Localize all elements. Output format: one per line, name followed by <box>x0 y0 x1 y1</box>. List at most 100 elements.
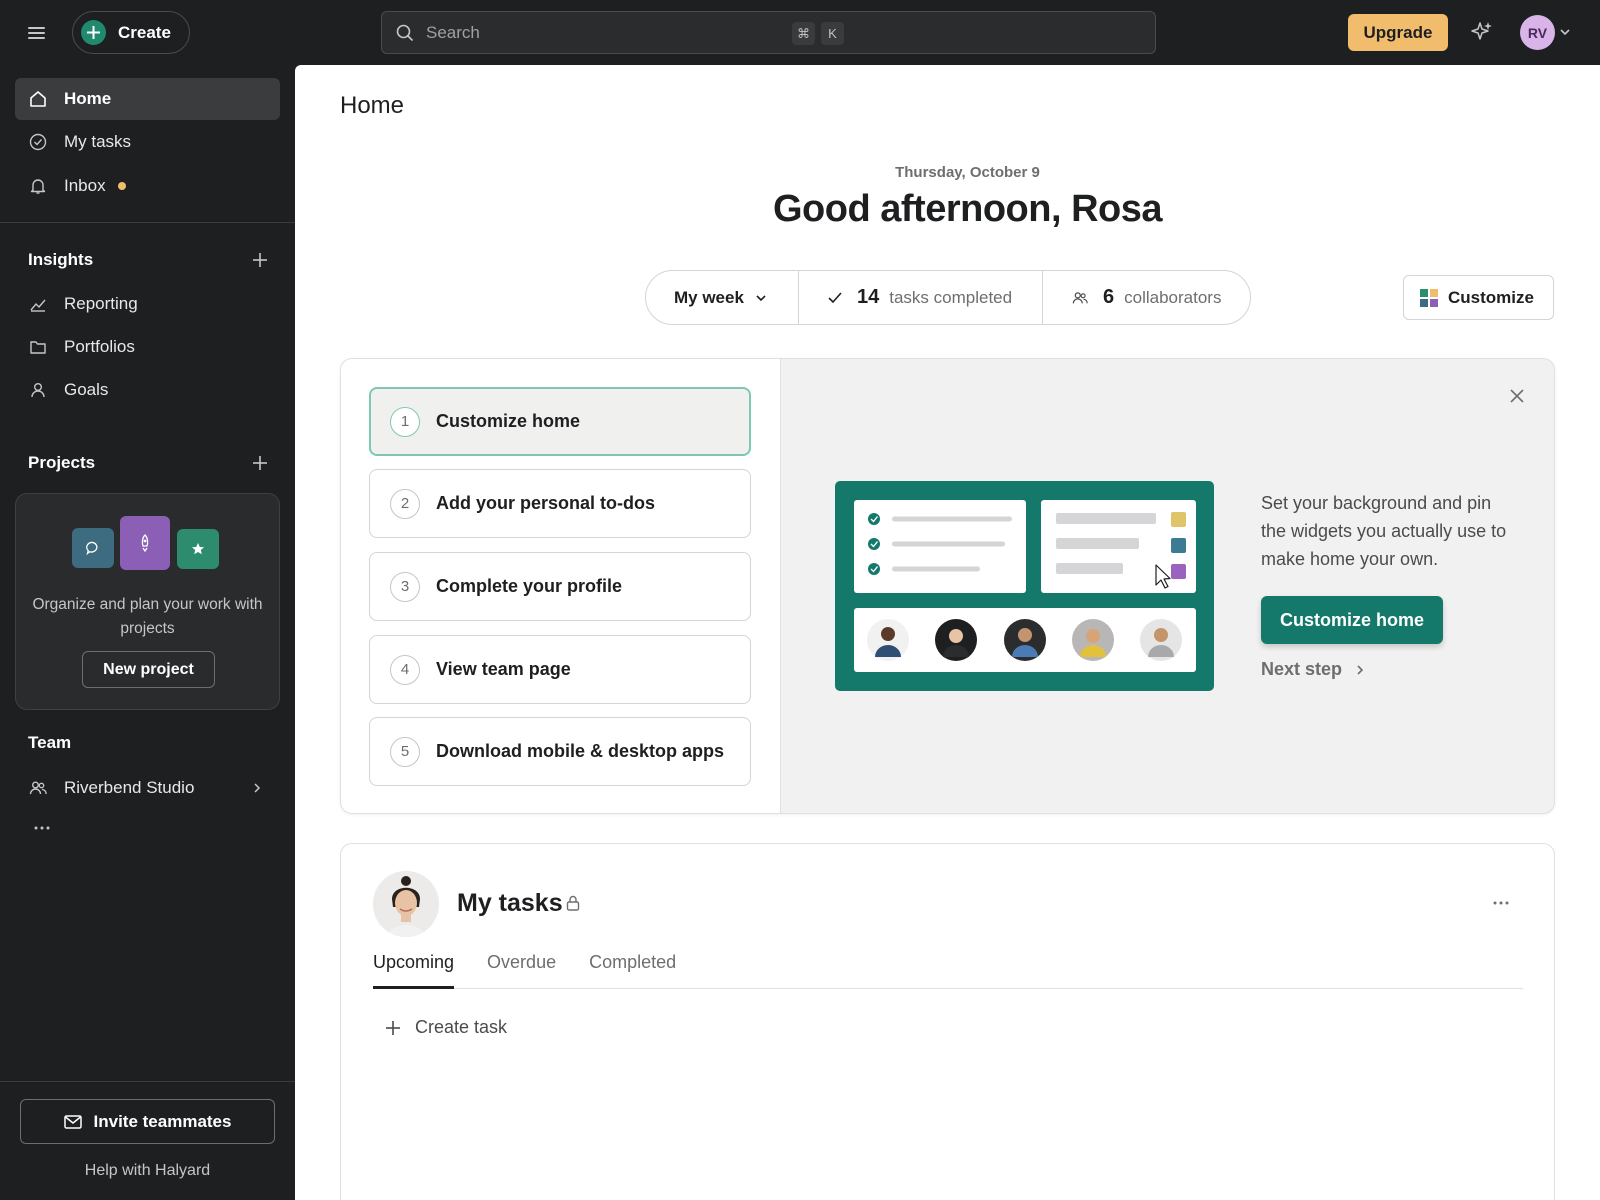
plus-icon <box>386 1020 400 1035</box>
greeting: Good afternoon, Rosa <box>773 188 1163 230</box>
top-bar: Create Search ⌘ K Upgrade RV <box>0 0 1600 65</box>
team-heading: Team <box>28 733 72 752</box>
collaborators-count: 6 <box>1103 286 1115 308</box>
sidebar-item-goals[interactable]: Goals <box>15 369 280 411</box>
step-label: Complete your profile <box>436 576 623 596</box>
user-avatar[interactable]: RV <box>1520 15 1555 50</box>
projects-empty-card: Organize and plan your work with project… <box>15 493 280 710</box>
more-options-icon[interactable] <box>32 823 52 833</box>
step-customize-home[interactable]: 1 Customize home <box>369 387 751 456</box>
close-icon[interactable] <box>1508 387 1526 405</box>
search-placeholder: Search <box>426 22 480 42</box>
step-complete-profile[interactable]: 3 Complete your profile <box>369 552 751 621</box>
rocket-icon <box>120 516 170 570</box>
search-input[interactable]: Search ⌘ K <box>381 11 1156 54</box>
shortcut-key-k: K <box>821 22 844 45</box>
onboarding-card: 1 Customize home 2 Add your personal to-… <box>340 358 1555 814</box>
collaborators-label: collaborators <box>1124 287 1222 307</box>
collaborators-stat: 6 collaborators <box>1042 271 1249 324</box>
sidebar-item-my-tasks[interactable]: My tasks <box>15 121 280 163</box>
team-header: Team <box>28 733 268 753</box>
folder-icon <box>30 341 46 354</box>
tab-overdue[interactable]: Overdue <box>487 944 556 989</box>
sidebar-item-riverbend-studio[interactable]: Riverbend Studio <box>15 767 280 809</box>
widgets-icon <box>1420 288 1438 307</box>
unread-dot <box>117 182 126 190</box>
chat-bubble-icon <box>72 528 114 568</box>
person-icon <box>31 383 45 398</box>
insights-header: Insights <box>28 250 268 270</box>
step-label: Add your personal to-dos <box>436 493 656 513</box>
tasks-completed-label: tasks completed <box>889 287 1013 307</box>
lock-icon <box>566 895 580 911</box>
search-icon <box>396 24 414 41</box>
period-label: My week <box>674 287 744 307</box>
sidebar-item-label: Goals <box>64 380 109 399</box>
step-download-apps[interactable]: 5 Download mobile & desktop apps <box>369 717 751 786</box>
projects-empty-text: Organize and plan your work with project… <box>32 596 263 637</box>
step-view-team-page[interactable]: 4 View team page <box>369 635 751 704</box>
create-label: Create <box>118 22 171 42</box>
check-icon <box>828 291 842 303</box>
step-add-todos[interactable]: 2 Add your personal to-dos <box>369 469 751 538</box>
plus-icon <box>81 20 106 45</box>
sparkle-icon[interactable] <box>1470 20 1494 44</box>
menu-icon[interactable] <box>24 22 50 44</box>
tab-completed[interactable]: Completed <box>589 944 676 989</box>
date-label: Thursday, October 9 <box>895 164 1040 181</box>
step-number: 1 <box>390 406 420 437</box>
my-tasks-title: My tasks <box>457 889 563 917</box>
chevron-right-icon[interactable] <box>250 781 264 795</box>
create-button[interactable]: Create <box>72 11 190 54</box>
new-project-button[interactable]: New project <box>82 651 215 688</box>
main-content: Home Thursday, October 9 Good afternoon,… <box>295 65 1600 1200</box>
sidebar-item-reporting[interactable]: Reporting <box>15 283 280 325</box>
create-task-label: Create task <box>415 1017 508 1037</box>
period-dropdown[interactable]: My week <box>646 271 798 324</box>
step-number: 5 <box>390 736 420 767</box>
chevron-down-icon <box>756 294 766 301</box>
bell-icon <box>30 179 46 194</box>
sidebar-item-label: Inbox <box>64 176 106 195</box>
chart-line-icon <box>30 299 46 312</box>
more-options-icon[interactable] <box>1491 898 1511 908</box>
insights-heading: Insights <box>28 250 94 269</box>
sidebar-item-label: My tasks <box>64 132 132 151</box>
people-icon <box>29 781 47 795</box>
add-project-icon[interactable] <box>252 455 268 471</box>
sidebar-item-inbox[interactable]: Inbox <box>15 165 280 207</box>
tasks-completed-count: 14 <box>857 286 880 308</box>
chevron-down-icon[interactable] <box>1558 25 1572 39</box>
sidebar-item-portfolios[interactable]: Portfolios <box>15 326 280 368</box>
shortcut-key-cmd: ⌘ <box>792 22 815 45</box>
tasks-completed-stat: 14 tasks completed <box>798 271 1042 324</box>
upgrade-button[interactable]: Upgrade <box>1348 14 1448 51</box>
add-insight-icon[interactable] <box>252 252 268 268</box>
sidebar-item-label: Riverbend Studio <box>64 778 195 797</box>
sidebar-item-label: Reporting <box>64 294 138 313</box>
sidebar: Home My tasks Inbox Insights Reporting P… <box>0 65 295 1200</box>
step-number: 3 <box>390 571 420 602</box>
invite-teammates-button[interactable]: Invite teammates <box>20 1099 275 1144</box>
my-tasks-tabs: Upcoming Overdue Completed <box>373 944 1523 989</box>
customize-home-button[interactable]: Customize home <box>1261 596 1443 644</box>
help-link[interactable]: Help with Halyard <box>0 1162 295 1180</box>
project-icons <box>72 516 222 574</box>
sidebar-item-home[interactable]: Home <box>15 78 280 120</box>
onboarding-steps: 1 Customize home 2 Add your personal to-… <box>341 359 781 813</box>
customize-home-illustration <box>835 481 1214 691</box>
create-task-button[interactable]: Create task <box>385 1017 507 1038</box>
avatar <box>373 871 439 937</box>
step-label: Download mobile & desktop apps <box>436 741 725 761</box>
projects-header: Projects <box>28 453 268 473</box>
tab-upcoming[interactable]: Upcoming <box>373 944 455 989</box>
onboarding-description: Set your background and pin the widgets … <box>1261 493 1507 569</box>
chevron-right-icon <box>1357 664 1364 675</box>
sidebar-divider <box>0 1081 295 1082</box>
step-number: 4 <box>390 654 420 685</box>
step-label: View team page <box>436 659 571 679</box>
mail-icon <box>63 1114 82 1129</box>
people-icon <box>1072 291 1088 303</box>
customize-button[interactable]: Customize <box>1403 275 1554 320</box>
next-step-button[interactable]: Next step <box>1261 659 1366 680</box>
